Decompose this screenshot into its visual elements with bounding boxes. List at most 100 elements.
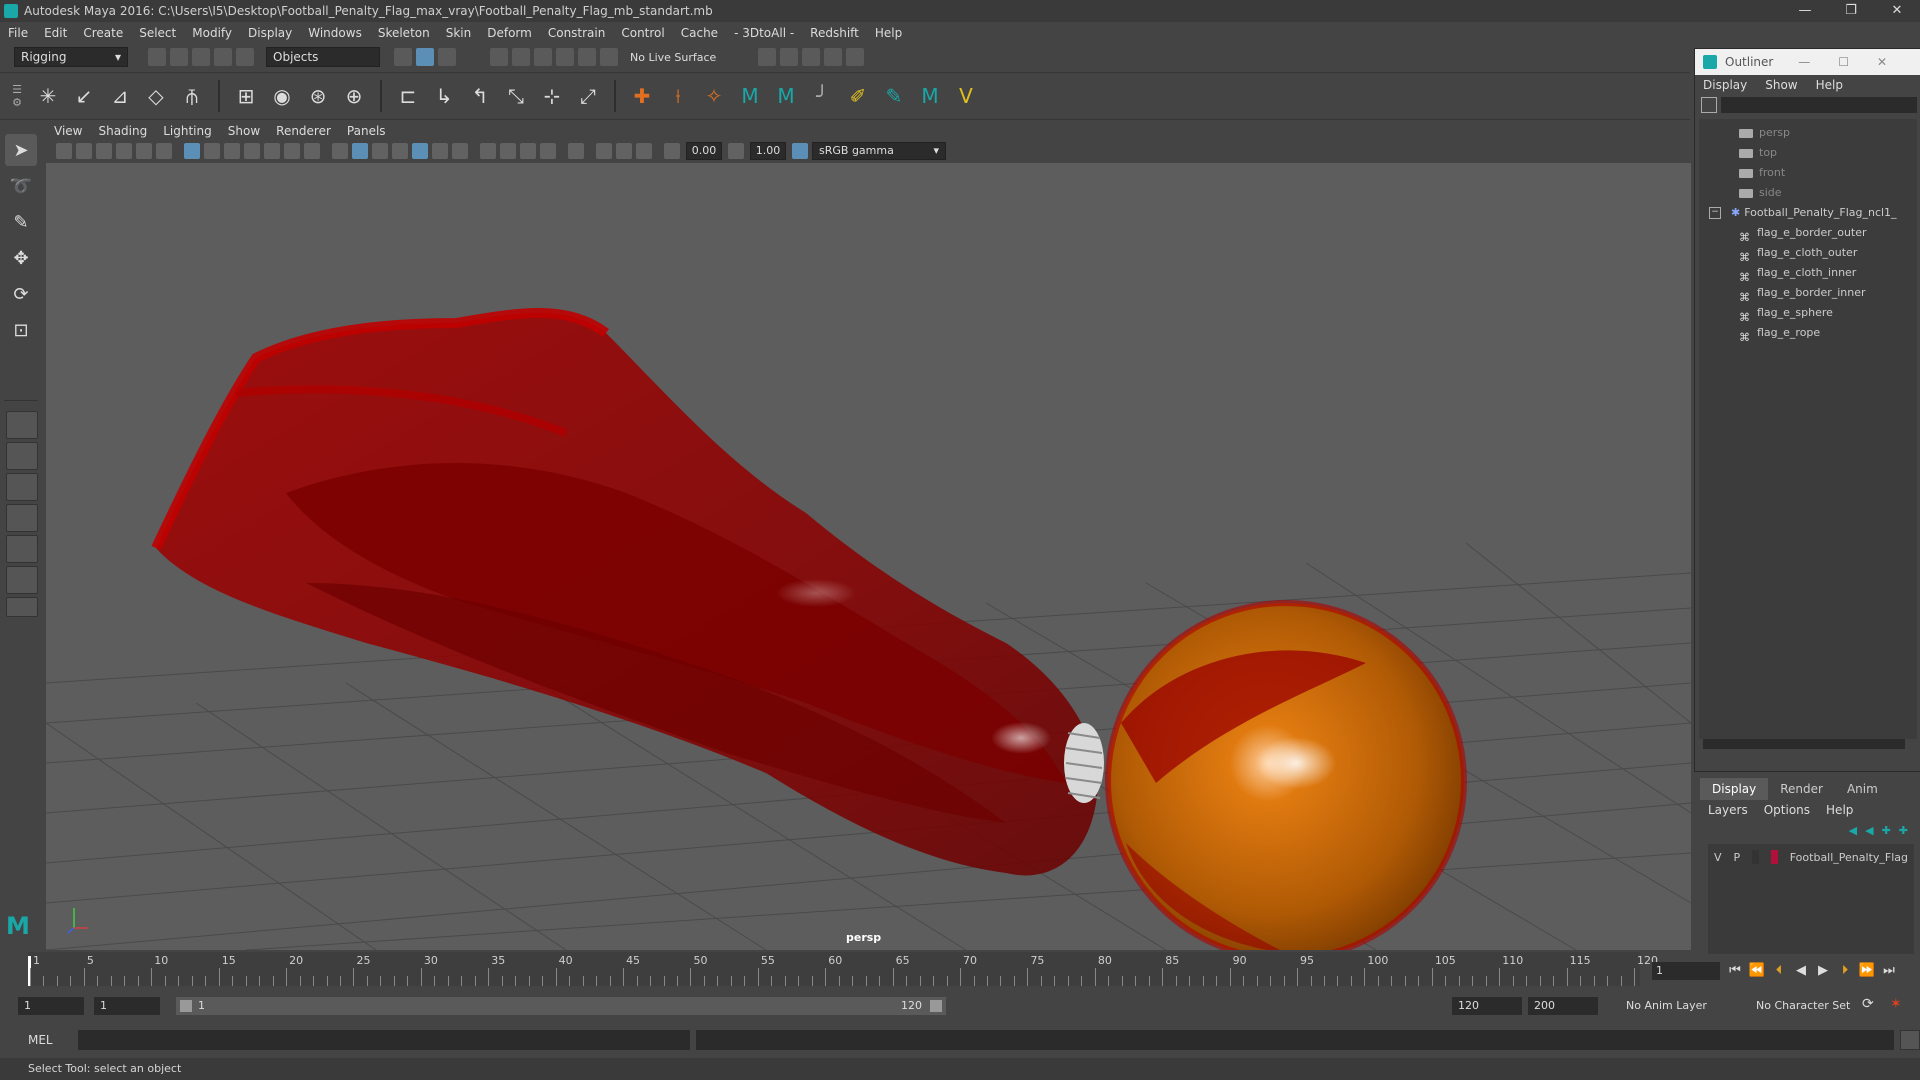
animation-start-field[interactable]: 1 [18, 997, 84, 1015]
aim-constraint-icon[interactable]: ↳ [430, 82, 458, 110]
xray-active-icon[interactable] [616, 143, 632, 159]
menu-modify[interactable]: Modify [192, 26, 232, 40]
outliner-item-border-inner[interactable]: ⌘ flag_e_border_inner [1739, 283, 1866, 304]
exposure-icon[interactable] [664, 143, 680, 159]
playback-end-field[interactable]: 120 [1452, 997, 1522, 1015]
outliner-item-front[interactable]: front [1739, 163, 1785, 183]
undo-icon[interactable] [214, 48, 232, 66]
current-frame-field[interactable]: 1 [1652, 962, 1720, 980]
insert-joint-icon[interactable]: ◇ [142, 82, 170, 110]
v-script-icon[interactable]: V [952, 82, 980, 110]
ik-spline-icon[interactable]: ⊿ [106, 82, 134, 110]
safe-title-icon[interactable] [304, 143, 320, 159]
outliner-item-top[interactable]: top [1739, 143, 1777, 163]
field-chart-icon[interactable] [264, 143, 280, 159]
gamma-field[interactable]: 1.00 [750, 142, 786, 160]
play-backward-icon[interactable]: ◀ [1791, 961, 1811, 981]
time-slider[interactable]: 1 5 10 15 20 25 30 35 40 45 50 55 60 65 70 75 80 85 90 95 10… [28, 952, 1658, 986]
menu-create[interactable]: Create [83, 26, 123, 40]
xray-joints-icon[interactable] [596, 143, 612, 159]
tab-render[interactable]: Render [1768, 778, 1835, 800]
step-forward-key-icon[interactable]: ⏩ [1857, 961, 1877, 981]
color-management-icon[interactable] [792, 143, 808, 159]
go-to-start-icon[interactable]: ⏮ [1725, 961, 1745, 981]
exposure-field[interactable]: 0.00 [686, 142, 722, 160]
gamma-icon[interactable] [728, 143, 744, 159]
camera-select-icon[interactable] [56, 143, 72, 159]
animation-end-field[interactable]: 200 [1528, 997, 1598, 1015]
single-pane-layout-icon[interactable] [6, 411, 38, 439]
resolution-gate-icon[interactable] [224, 143, 240, 159]
layer-menu-options[interactable]: Options [1764, 803, 1810, 817]
menu-skin[interactable]: Skin [446, 26, 472, 40]
menu-edit[interactable]: Edit [44, 26, 67, 40]
shadows-icon[interactable] [452, 143, 468, 159]
outliner-item-side[interactable]: side [1739, 183, 1782, 203]
more-layouts-icon[interactable] [6, 597, 38, 617]
live-surface-label[interactable]: No Live Surface [630, 51, 716, 64]
vp-menu-shading[interactable]: Shading [98, 124, 147, 138]
new-scene-icon[interactable] [148, 48, 166, 66]
xray-icon[interactable] [412, 143, 428, 159]
gate-mask-icon[interactable] [244, 143, 260, 159]
layer-visibility-toggle[interactable]: V [1714, 851, 1722, 864]
new-layer-selected-icon[interactable]: ✚ [1899, 824, 1908, 837]
outliner-item-border-outer[interactable]: ⌘ flag_e_border_outer [1739, 223, 1867, 244]
menu-file[interactable]: File [8, 26, 28, 40]
script-editor-icon[interactable] [1900, 1030, 1920, 1050]
menu-deform[interactable]: Deform [487, 26, 532, 40]
step-back-key-icon[interactable]: ⏪ [1747, 961, 1767, 981]
scale-constraint-icon[interactable]: ⤡ [502, 82, 530, 110]
snap-grid-icon[interactable] [490, 48, 508, 66]
safe-action-icon[interactable] [284, 143, 300, 159]
anim-prefs-icon[interactable]: ✶ [1890, 996, 1902, 1012]
ipr-render-icon[interactable] [802, 48, 821, 66]
redo-icon[interactable] [236, 48, 254, 66]
save-scene-icon[interactable] [192, 48, 210, 66]
outliner-item-group[interactable]: − ✱ Football_Penalty_Flag_ncl1_ [1709, 203, 1897, 223]
menu-control[interactable]: Control [621, 26, 664, 40]
range-end-handle[interactable] [930, 1000, 942, 1012]
wireframe-icon[interactable] [332, 143, 348, 159]
collapse-icon[interactable]: − [1709, 207, 1721, 219]
parent-constraint-icon[interactable]: ⊹ [538, 82, 566, 110]
snap-surface-icon[interactable] [578, 48, 596, 66]
command-language-label[interactable]: MEL [0, 1033, 78, 1047]
film-gate-icon[interactable] [204, 143, 220, 159]
snap-view-icon[interactable] [556, 48, 574, 66]
paint-weights-icon[interactable]: ◉ [268, 82, 296, 110]
outliner-horizontal-scrollbar[interactable] [1703, 739, 1905, 749]
outliner-item-cloth-outer[interactable]: ⌘ flag_e_cloth_outer [1739, 243, 1857, 264]
camera-attr-icon[interactable] [76, 143, 92, 159]
outliner-menu-show[interactable]: Show [1765, 78, 1797, 92]
ik-handle-icon[interactable]: ↙ [70, 82, 98, 110]
select-hierarchy-icon[interactable] [394, 48, 412, 66]
locator-icon[interactable]: ✚ [628, 82, 656, 110]
minimize-button[interactable]: — [1782, 0, 1828, 22]
select-component-icon[interactable] [438, 48, 456, 66]
outliner-persp-layout-icon[interactable] [6, 504, 38, 532]
outliner-window-controls[interactable]: —☐✕ [1798, 49, 1915, 75]
pole-vector-icon[interactable]: ⤢ [574, 82, 602, 110]
use-lights-icon[interactable] [432, 143, 448, 159]
lasso-tool-icon[interactable]: ➰ [5, 170, 37, 202]
snap-point-icon[interactable] [534, 48, 552, 66]
outliner-item-cloth-inner[interactable]: ⌘ flag_e_cloth_inner [1739, 263, 1856, 284]
magnet-icon[interactable] [600, 48, 618, 66]
perspective-viewport[interactable]: persp [46, 163, 1691, 950]
paint-effects-icon[interactable]: ✐ [844, 82, 872, 110]
motion-blur-icon[interactable] [500, 143, 516, 159]
tab-anim[interactable]: Anim [1835, 778, 1890, 800]
character-set-dropdown[interactable]: No Character Set [1750, 997, 1860, 1015]
menu-3dtoall[interactable]: - 3DtoAll - [734, 26, 794, 40]
menu-constrain[interactable]: Constrain [548, 26, 606, 40]
render-view-icon[interactable] [758, 48, 777, 66]
playback-start-field[interactable]: 1 [94, 997, 160, 1015]
2d-pan-icon[interactable] [136, 143, 152, 159]
auto-key-icon[interactable]: ⟳ [1862, 996, 1874, 1012]
step-forward-frame-icon[interactable]: ⏵ [1835, 961, 1855, 981]
depth-of-field-icon[interactable] [540, 143, 556, 159]
layer-row[interactable]: V P Football_Penalty_Flag [1708, 846, 1914, 868]
play-forward-icon[interactable]: ▶ [1813, 961, 1833, 981]
wireframe-on-shaded-icon[interactable] [372, 143, 388, 159]
